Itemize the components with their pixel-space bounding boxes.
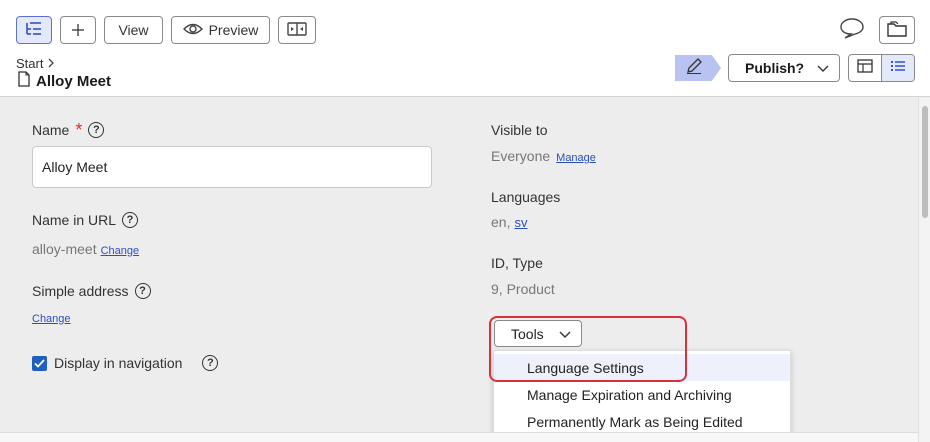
id-type-value: 9, Product xyxy=(491,281,555,297)
display-in-nav-label: Display in navigation xyxy=(54,355,183,371)
name-input[interactable] xyxy=(32,146,432,188)
manage-link[interactable]: Manage xyxy=(556,152,596,164)
eye-icon xyxy=(182,22,203,39)
visible-to-value: Everyone xyxy=(491,148,551,164)
tools-dropdown-button[interactable]: Tools xyxy=(494,320,582,347)
language-sv-link[interactable]: sv xyxy=(514,215,527,230)
menu-item-label: Permanently Mark as Being Edited xyxy=(527,413,743,430)
publish-button-label: Publish? xyxy=(745,60,805,76)
publish-button[interactable]: Publish? xyxy=(728,54,840,82)
id-type-label-text: ID, Type xyxy=(491,255,543,271)
page-title: Alloy Meet xyxy=(18,71,111,91)
visible-to-label: Visible to xyxy=(491,122,548,138)
assets-button[interactable] xyxy=(879,16,915,44)
name-label-text: Name xyxy=(32,122,70,138)
name-field-label: Name * ? xyxy=(32,120,105,140)
tools-button-label: Tools xyxy=(511,325,544,342)
layout-icon xyxy=(857,58,873,78)
menu-item-mark-as-edited[interactable]: Permanently Mark as Being Edited xyxy=(494,408,790,435)
on-page-edit-view-button[interactable] xyxy=(849,55,881,81)
properties-panel: Name * ? Name in URL ? alloy-meet Change… xyxy=(0,98,918,442)
url-value: alloy-meet xyxy=(32,241,97,257)
visible-to-label-text: Visible to xyxy=(491,122,548,138)
breadcrumb-start[interactable]: Start xyxy=(16,56,43,71)
speech-bubble-icon xyxy=(839,17,865,44)
scrollbar-thumb[interactable] xyxy=(922,106,928,218)
list-icon xyxy=(890,59,906,78)
menu-item-label: Manage Expiration and Archiving xyxy=(527,386,732,403)
languages-row: en, sv xyxy=(491,214,527,230)
preview-button-label: Preview xyxy=(208,22,259,38)
pencil-icon xyxy=(685,57,703,80)
menu-item-language-settings[interactable]: Language Settings xyxy=(494,354,790,381)
language-en: en, xyxy=(491,214,511,230)
page-title-text: Alloy Meet xyxy=(36,72,112,90)
help-icon[interactable]: ? xyxy=(202,355,219,371)
vertical-scrollbar[interactable] xyxy=(918,98,930,442)
view-button[interactable]: View xyxy=(104,16,163,44)
display-in-nav-checkbox[interactable] xyxy=(32,355,47,371)
simple-address-label-text: Simple address xyxy=(32,283,129,299)
page-tree-button[interactable] xyxy=(16,16,52,44)
menu-item-manage-expiration[interactable]: Manage Expiration and Archiving xyxy=(494,381,790,408)
help-icon[interactable]: ? xyxy=(88,122,105,138)
display-in-nav-row: Display in navigation ? xyxy=(32,355,219,371)
folder-icon xyxy=(887,20,907,40)
simple-address-change-link[interactable]: Change xyxy=(32,313,71,325)
help-icon[interactable]: ? xyxy=(134,283,151,299)
compare-icon xyxy=(287,21,307,39)
languages-label-text: Languages xyxy=(491,189,561,205)
chevron-right-icon xyxy=(47,56,55,71)
tools-menu: Language Settings Manage Expiration and … xyxy=(493,350,791,442)
comments-button[interactable] xyxy=(836,16,868,44)
url-field-label: Name in URL ? xyxy=(32,212,139,228)
url-change-link[interactable]: Change xyxy=(101,245,140,257)
required-mark: * xyxy=(75,120,83,140)
url-label-text: Name in URL xyxy=(32,212,117,228)
view-mode-switch xyxy=(848,54,915,82)
menu-item-label: Language Settings xyxy=(527,359,644,376)
languages-label: Languages xyxy=(491,189,560,205)
plus-icon xyxy=(71,17,85,43)
id-type-label: ID, Type xyxy=(491,255,543,271)
editing-indicator[interactable] xyxy=(675,55,721,81)
breadcrumb: Start xyxy=(16,56,55,71)
id-type-row: 9, Product xyxy=(491,281,555,297)
help-icon[interactable]: ? xyxy=(122,212,139,228)
add-button[interactable] xyxy=(60,16,96,44)
preview-button[interactable]: Preview xyxy=(171,16,270,44)
tree-list-icon xyxy=(25,21,43,40)
top-toolbar: View Preview Start Alloy Meet Publish? xyxy=(0,0,930,97)
compare-button[interactable] xyxy=(278,16,316,44)
content-bottom-edge xyxy=(0,432,918,442)
url-value-row: alloy-meet Change xyxy=(32,241,139,257)
chevron-down-icon xyxy=(817,60,829,76)
chevron-down-icon xyxy=(559,326,571,342)
simple-address-label: Simple address ? xyxy=(32,283,151,299)
visible-to-row: Everyone Manage xyxy=(491,148,596,164)
all-properties-view-button[interactable] xyxy=(881,55,914,81)
view-button-label: View xyxy=(118,22,149,38)
simple-address-row: Change xyxy=(32,313,71,325)
document-icon xyxy=(18,71,30,91)
